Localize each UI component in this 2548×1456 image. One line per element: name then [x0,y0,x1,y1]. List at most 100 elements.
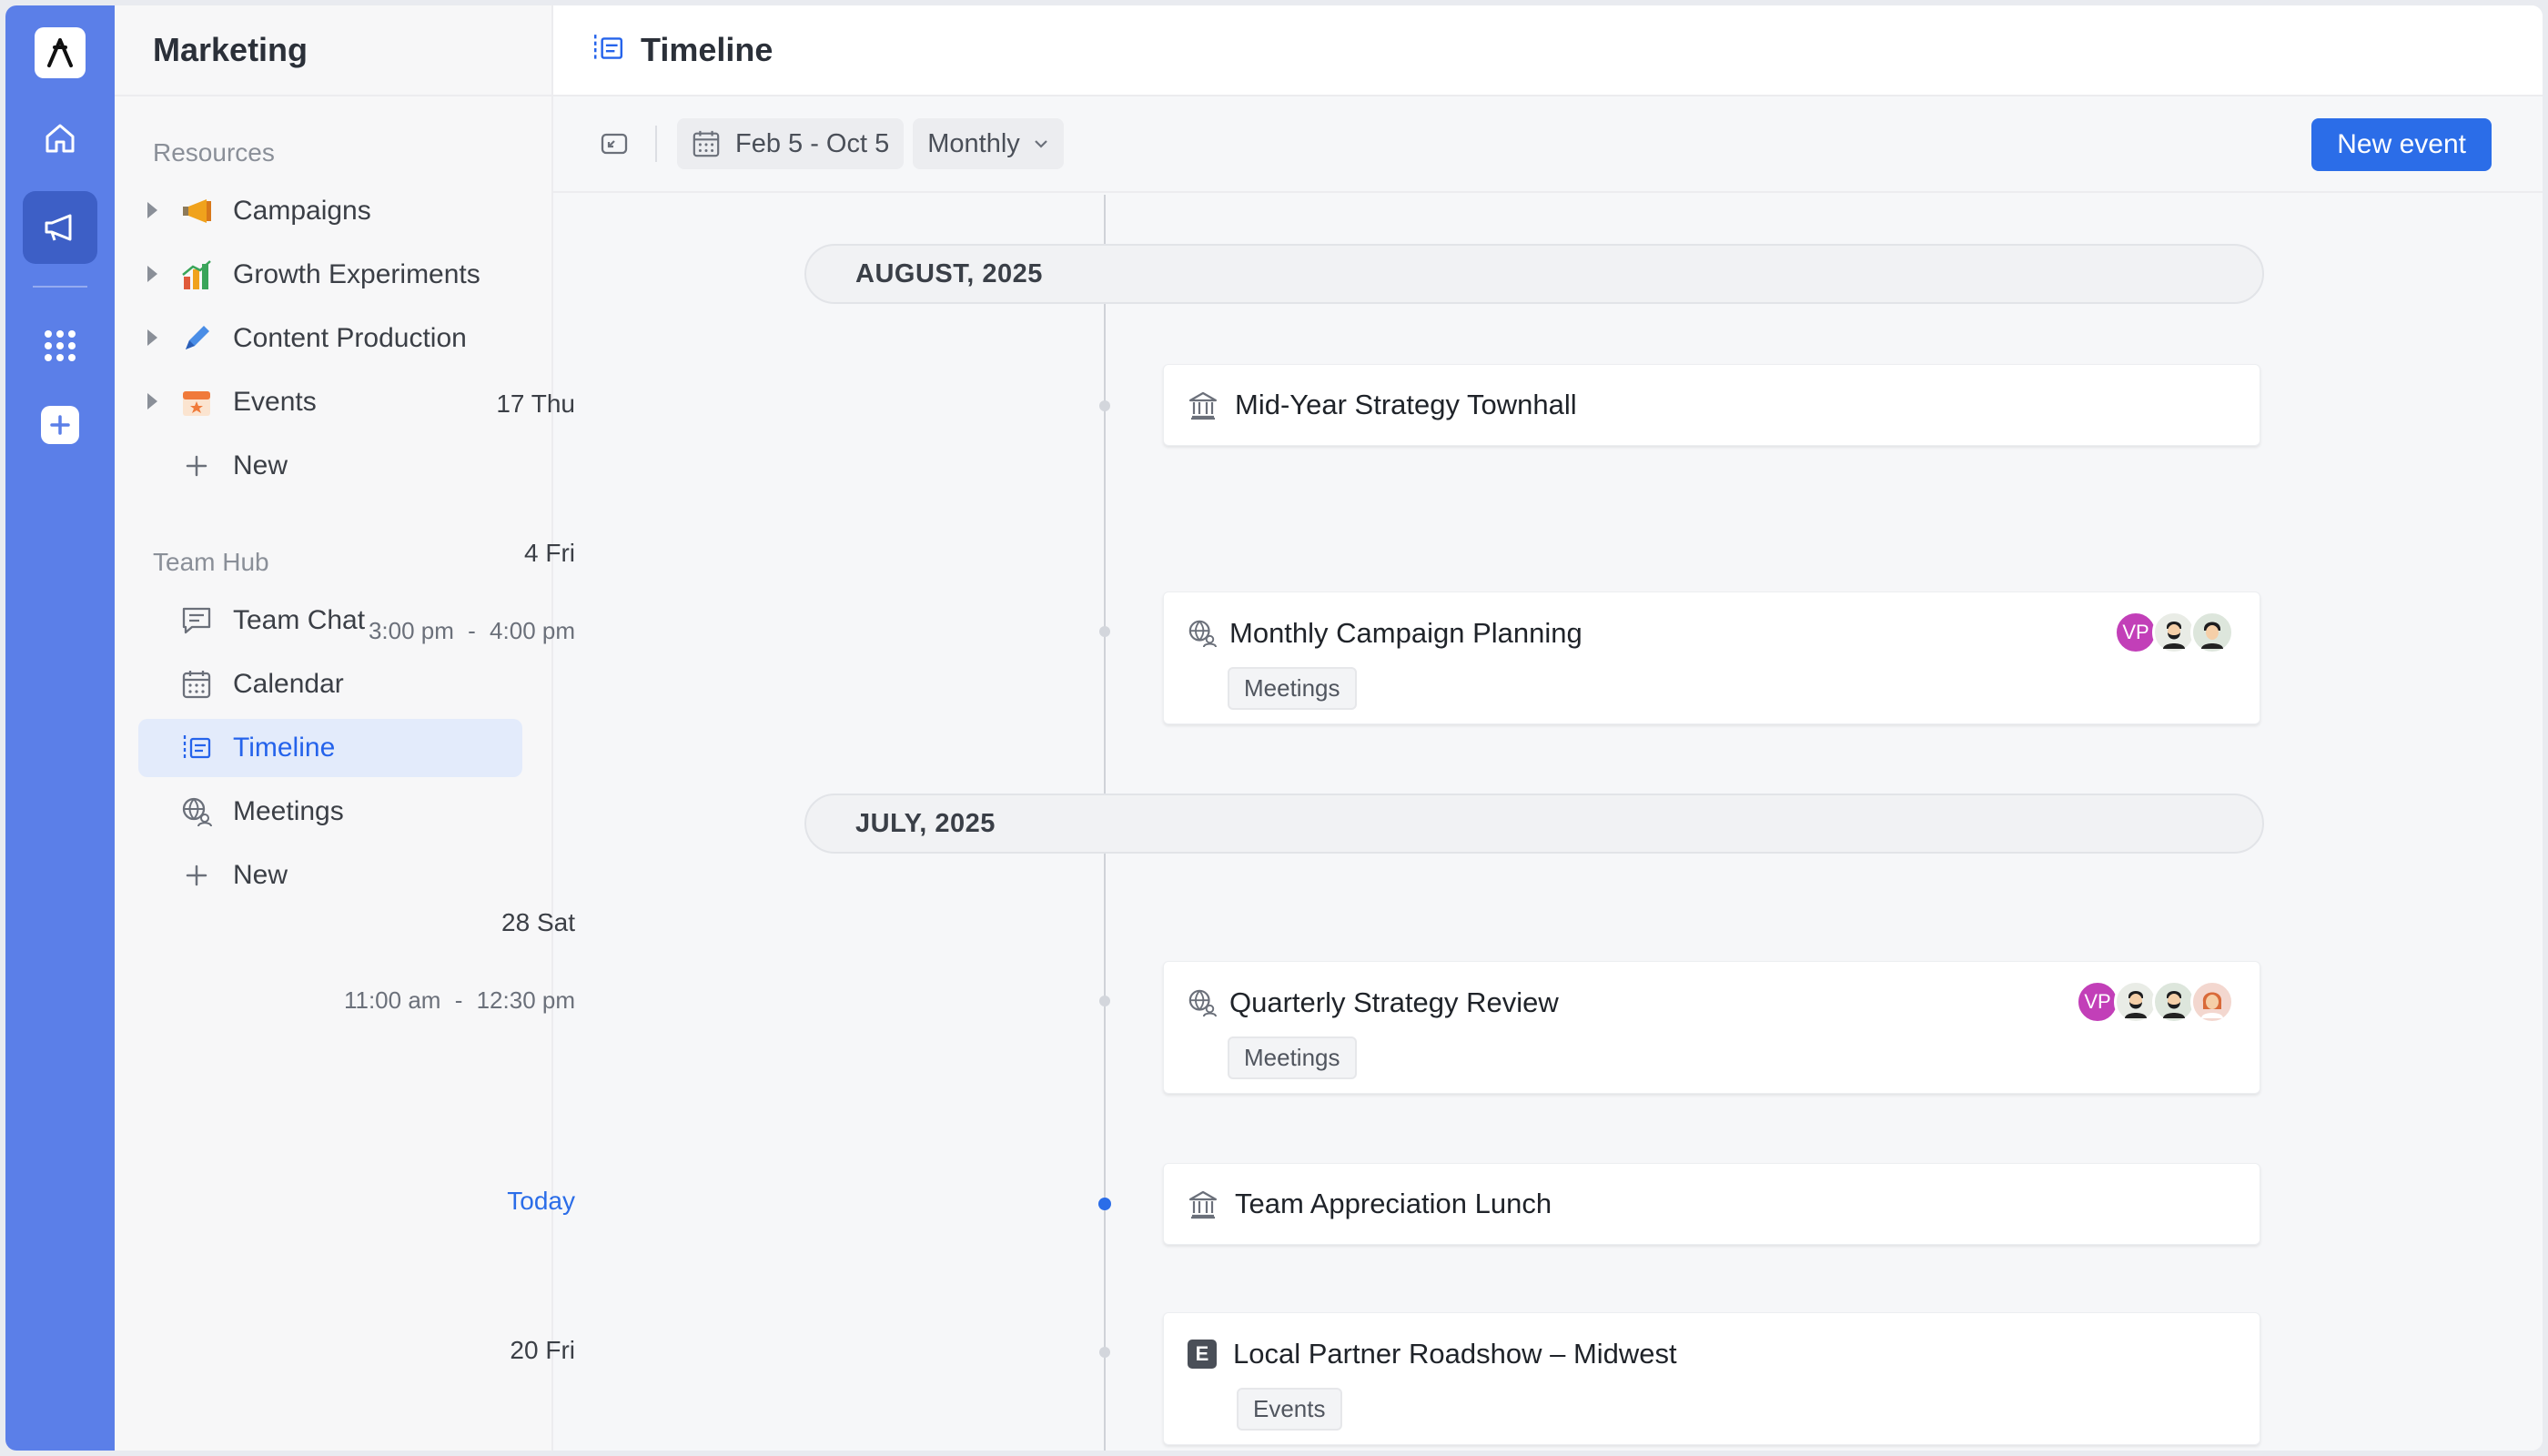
building-icon [1188,389,1218,420]
event-title: Team Appreciation Lunch [1235,1188,1552,1219]
entry-time-end: 12:30 pm [476,986,575,1014]
avatar [2152,980,2196,1024]
calendar-icon [178,666,215,703]
sidebar-item-label: Calendar [233,669,344,699]
entry-time-end: 4:00 pm [490,617,575,644]
meetings-icon [178,794,215,830]
sidebar-item-label: Growth Experiments [233,259,480,289]
home-icon[interactable] [23,102,97,175]
sidebar-item-label: Events [233,387,317,417]
toolbar: Feb 5 - Oct 5 Monthly New event [553,96,2543,193]
today-dot [1098,1198,1111,1210]
sidebar-item-label: Timeline [233,733,336,763]
event-card[interactable]: E Local Partner Roadshow – Midwest Event… [1163,1312,2260,1445]
workspace-title: Marketing [115,5,551,96]
app-logo[interactable] [35,27,86,78]
chevron-down-icon [1033,138,1049,149]
event-tag[interactable]: Events [1237,1388,1342,1431]
avatar: VP [2076,980,2119,1024]
today-label: Today [507,1187,575,1215]
event-title: Monthly Campaign Planning [1229,617,1582,649]
view-mode-select[interactable]: Monthly [913,118,1064,169]
sidebar-item-calendar[interactable]: Calendar [138,655,522,713]
new-event-button[interactable]: New event [2311,118,2492,171]
icon-rail [5,5,115,1451]
event-card[interactable]: Mid-Year Strategy Townhall [1163,364,2260,446]
entry-time-range: 3:00 pm - 4:00 pm [369,617,575,645]
entry-date: 20 Fri [510,1336,575,1364]
new-resource-button[interactable]: New [138,437,522,495]
page-header: Timeline [553,5,2543,96]
expand-caret-icon[interactable] [147,329,157,346]
sidebar-item-label: Content Production [233,323,467,353]
avatar [2190,980,2234,1024]
sidebar-item-label: Meetings [233,796,344,826]
calendar-star-icon [178,384,215,420]
new-label: New [233,860,288,890]
event-tag[interactable]: Meetings [1228,1036,1357,1079]
sidebar-item-meetings[interactable]: Meetings [138,783,522,841]
meetings-icon [1188,988,1217,1017]
avatar [2152,611,2196,654]
plus-icon [178,448,215,484]
entry-date: 17 Thu [496,389,575,418]
entry-time-separator: - [468,617,476,644]
app-window: Marketing Resources Campaigns Growth Exp… [5,5,2543,1451]
date-range-picker[interactable]: Feb 5 - Oct 5 [677,118,905,169]
timeline-icon [178,730,215,766]
sidebar-item-label: Team Chat [233,605,366,635]
view-mode-label: Monthly [927,128,1020,158]
events-badge-icon: E [1188,1340,1217,1369]
attendee-avatars[interactable]: VP [2114,611,2234,654]
sidebar: Marketing Resources Campaigns Growth Exp… [115,5,553,1451]
building-icon [1188,1188,1218,1219]
timeline-dot [1099,1347,1110,1358]
fit-view-icon[interactable] [590,119,639,168]
main-content: Timeline Feb 5 - Oct 5 Monthly New event [344,5,2543,1451]
entry-time-range: 11:00 am - 12:30 pm [344,986,575,1015]
event-title: Mid-Year Strategy Townhall [1235,389,1577,420]
avatar: VP [2114,611,2158,654]
sidebar-item-events[interactable]: Events [138,373,522,431]
plus-icon [178,857,215,894]
event-title: Quarterly Strategy Review [1229,986,1559,1018]
expand-caret-icon[interactable] [147,266,157,282]
sidebar-item-label: Campaigns [233,196,371,226]
timeline-dot [1099,996,1110,1006]
event-tag[interactable]: Meetings [1228,667,1357,710]
timeline-dot [1099,400,1110,411]
teamhub-section-label: Team Hub [153,548,269,576]
new-hub-item-button[interactable]: New [138,846,522,905]
entry-time-start: 3:00 pm [368,617,454,644]
add-workspace-icon[interactable] [41,406,79,444]
sidebar-item-growth-experiments[interactable]: Growth Experiments [138,246,522,304]
megaphone-icon [178,193,215,229]
timeline-dot [1099,626,1110,637]
entry-date: 28 Sat [501,908,575,936]
sidebar-item-content-production[interactable]: Content Production [138,309,522,368]
event-card[interactable]: Quarterly Strategy Review Meetings VP [1163,961,2260,1094]
avatar [2114,980,2158,1024]
expand-caret-icon[interactable] [147,202,157,218]
expand-caret-icon[interactable] [147,393,157,410]
megaphone-icon[interactable] [23,191,97,264]
apps-grid-icon[interactable] [23,309,97,382]
bar-chart-icon [178,257,215,293]
sidebar-item-timeline[interactable]: Timeline [138,719,522,777]
entry-date: 4 Fri [524,539,575,567]
event-card[interactable]: Monthly Campaign Planning Meetings VP [1163,592,2260,724]
new-label: New [233,450,288,480]
sidebar-item-campaigns[interactable]: Campaigns [138,182,522,240]
rail-divider [33,286,87,288]
event-card[interactable]: Team Appreciation Lunch [1163,1163,2260,1245]
meetings-icon [1188,619,1217,648]
attendee-avatars[interactable]: VP [2076,980,2234,1024]
event-title: Local Partner Roadshow – Midwest [1233,1338,1677,1370]
pen-icon [178,320,215,357]
date-range-label: Feb 5 - Oct 5 [735,128,890,158]
entry-time-separator: - [454,986,463,1014]
chat-icon [178,602,215,639]
timeline-view: AUGUST, 2025 17 Thu Mid-Year Strategy To… [344,195,2543,1451]
page-title: Timeline [641,31,774,68]
calendar-icon [692,129,721,158]
